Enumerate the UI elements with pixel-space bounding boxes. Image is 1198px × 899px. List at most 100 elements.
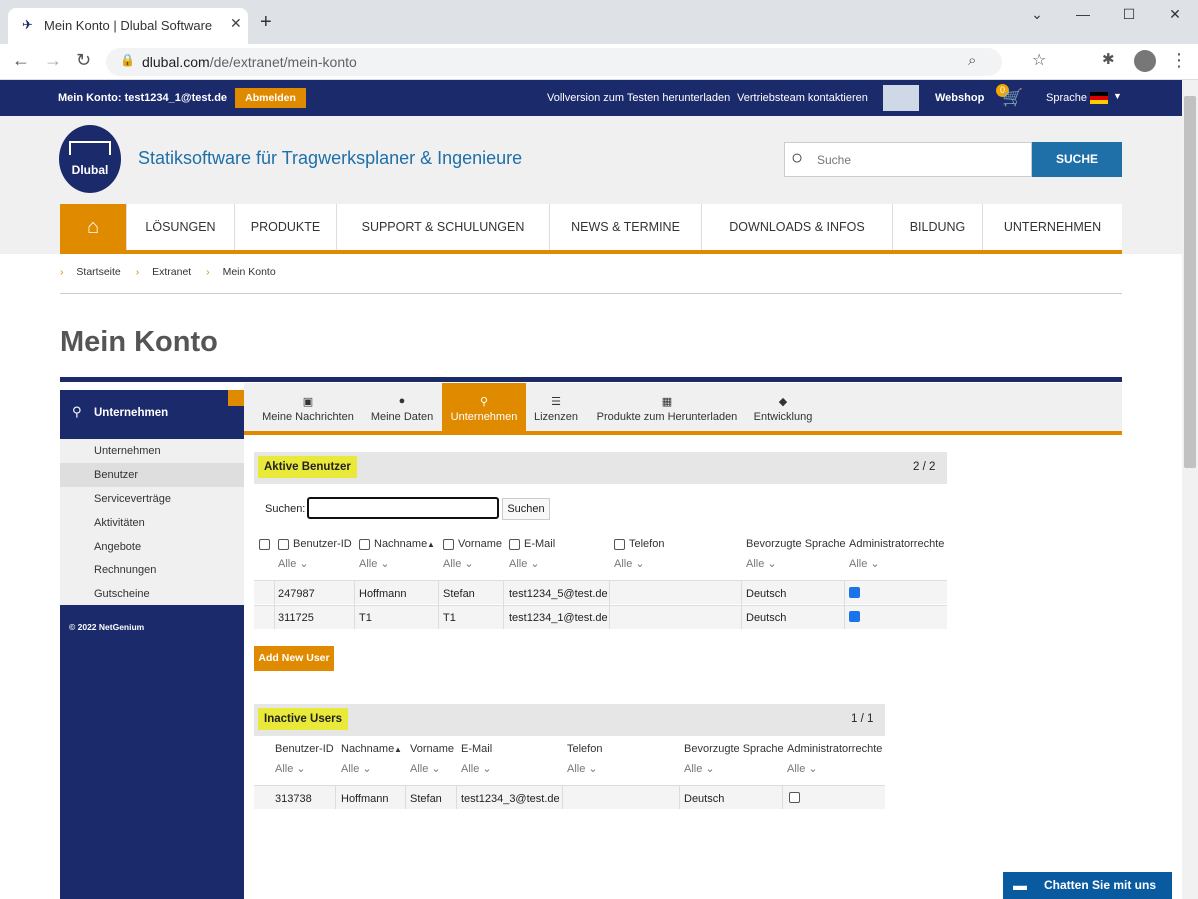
filter-select[interactable]: Alle ⌄ bbox=[341, 762, 372, 775]
sidebar-item-gutscheine[interactable]: Gutscheine bbox=[60, 582, 244, 606]
col-admin[interactable]: Administratorrechte bbox=[849, 538, 944, 550]
chat-button[interactable]: ▬ Chatten Sie mit uns bbox=[1003, 872, 1172, 899]
sales-link[interactable]: Vertriebsteam kontaktieren bbox=[737, 92, 868, 104]
filter-select[interactable]: Alle ⌄ bbox=[614, 557, 645, 570]
col-nachname[interactable]: Nachname bbox=[374, 538, 427, 550]
col-sprache[interactable]: Bevorzugte Sprache bbox=[746, 538, 846, 550]
column-toggle-checkbox[interactable] bbox=[509, 539, 520, 550]
filter-value: Alle bbox=[443, 558, 462, 570]
language-label[interactable]: Sprache bbox=[1046, 92, 1087, 104]
logout-button[interactable]: Abmelden bbox=[235, 88, 306, 108]
table-row[interactable]: 313738 Hoffmann Stefan test1234_3@test.d… bbox=[254, 785, 885, 809]
avatar[interactable] bbox=[1134, 50, 1156, 72]
col-email[interactable]: E-Mail bbox=[524, 538, 555, 550]
nav-news[interactable]: NEWS & TERMINE bbox=[550, 204, 702, 250]
tab-close-icon[interactable]: ✕ bbox=[230, 15, 242, 32]
admin-checkbox[interactable] bbox=[849, 611, 860, 622]
forward-icon[interactable]: → bbox=[44, 50, 62, 71]
sidebar-heading-label: Unternehmen bbox=[94, 407, 169, 419]
search-button[interactable]: SUCHE bbox=[1032, 142, 1122, 177]
cart-icon[interactable]: 🛒 bbox=[1002, 88, 1023, 108]
chevron-down-icon[interactable]: ⌄ bbox=[1022, 6, 1052, 26]
col-benutzer-id[interactable]: Benutzer-ID bbox=[275, 743, 334, 755]
scrollbar-thumb[interactable] bbox=[1184, 96, 1196, 468]
nav-loesungen[interactable]: LÖSUNGEN bbox=[127, 204, 235, 250]
crumb-extranet[interactable]: Extranet bbox=[152, 266, 191, 278]
add-user-button[interactable]: Add New User bbox=[254, 646, 334, 671]
extensions-icon[interactable]: ✱ bbox=[1102, 50, 1115, 68]
cell-id: 313738 bbox=[275, 793, 312, 805]
minimize-icon[interactable]: — bbox=[1068, 6, 1098, 26]
col-telefon[interactable]: Telefon bbox=[629, 538, 664, 550]
account-label[interactable]: Mein Konto: test1234_1@test.de bbox=[58, 92, 227, 104]
col-email[interactable]: E-Mail bbox=[461, 743, 492, 755]
caret-down-icon[interactable]: ▼ bbox=[1113, 91, 1122, 101]
site-search[interactable]: ○ Suche bbox=[784, 142, 1032, 177]
filter-select[interactable]: Alle ⌄ bbox=[849, 557, 880, 570]
address-bar[interactable]: 🔒 dlubal.com/de/extranet/mein-konto ⌕ bbox=[106, 48, 1002, 76]
tab-meine-daten[interactable]: ● Meine Daten bbox=[364, 383, 440, 435]
zoom-icon[interactable]: ⌕ bbox=[968, 52, 976, 69]
close-icon[interactable]: ✕ bbox=[1160, 6, 1190, 26]
filter-select[interactable]: Alle ⌄ bbox=[443, 557, 474, 570]
filter-select[interactable]: Alle ⌄ bbox=[275, 762, 306, 775]
sidebar-item-angebote[interactable]: Angebote bbox=[60, 535, 244, 559]
col-telefon[interactable]: Telefon bbox=[567, 743, 602, 755]
new-tab-icon[interactable]: + bbox=[260, 12, 272, 32]
column-toggle-checkbox[interactable] bbox=[443, 539, 454, 550]
nav-downloads[interactable]: DOWNLOADS & INFOS bbox=[702, 204, 893, 250]
sidebar-item-aktivitaeten[interactable]: Aktivitäten bbox=[60, 511, 244, 535]
collapse-icon[interactable] bbox=[228, 390, 244, 406]
reload-icon[interactable]: ↻ bbox=[76, 50, 91, 71]
nav-unternehmen[interactable]: UNTERNEHMEN bbox=[983, 204, 1122, 250]
sidebar-item-rechnungen[interactable]: Rechnungen bbox=[60, 558, 244, 582]
column-toggle-checkbox[interactable] bbox=[278, 539, 289, 550]
webshop-link[interactable]: Webshop bbox=[935, 92, 984, 104]
back-icon[interactable]: ← bbox=[12, 50, 30, 71]
filter-select[interactable]: Alle ⌄ bbox=[509, 557, 540, 570]
tab-lizenzen[interactable]: ☰ Lizenzen bbox=[530, 383, 582, 435]
tab-produkte-download[interactable]: ▦ Produkte zum Herunterladen bbox=[594, 383, 740, 435]
crumb-startseite[interactable]: Startseite bbox=[76, 266, 120, 278]
search-input[interactable]: Suche bbox=[817, 153, 851, 167]
filter-select[interactable]: Alle ⌄ bbox=[461, 762, 492, 775]
nav-support[interactable]: SUPPORT & SCHULUNGEN bbox=[337, 204, 550, 250]
sidebar-item-unternehmen[interactable]: Unternehmen bbox=[60, 439, 244, 463]
sidebar-item-benutzer[interactable]: Benutzer bbox=[60, 463, 244, 487]
nav-bildung[interactable]: BILDUNG bbox=[893, 204, 983, 250]
col-vorname[interactable]: Vorname bbox=[458, 538, 502, 550]
users-search-input[interactable] bbox=[307, 497, 499, 519]
star-icon[interactable]: ☆ bbox=[1032, 50, 1046, 70]
maximize-icon[interactable]: ☐ bbox=[1114, 6, 1144, 26]
tab-meine-nachrichten[interactable]: ▣ Meine Nachrichten bbox=[254, 383, 362, 435]
trial-link[interactable]: Vollversion zum Testen herunterladen bbox=[547, 92, 730, 104]
users-search-button[interactable]: Suchen bbox=[502, 498, 550, 520]
col-nachname[interactable]: Nachname bbox=[341, 743, 394, 755]
filter-select[interactable]: Alle ⌄ bbox=[410, 762, 441, 775]
select-all-checkbox[interactable] bbox=[259, 539, 270, 550]
tab-entwicklung[interactable]: ◆ Entwicklung bbox=[750, 383, 816, 435]
german-flag-icon[interactable] bbox=[1090, 92, 1108, 104]
filter-select[interactable]: Alle ⌄ bbox=[567, 762, 598, 775]
col-vorname[interactable]: Vorname bbox=[410, 743, 454, 755]
column-toggle-checkbox[interactable] bbox=[614, 539, 625, 550]
filter-value: Alle bbox=[509, 558, 528, 570]
nav-produkte[interactable]: PRODUKTE bbox=[235, 204, 337, 250]
dlubal-logo[interactable]: Dlubal bbox=[59, 125, 121, 193]
column-toggle-checkbox[interactable] bbox=[359, 539, 370, 550]
filter-select[interactable]: Alle ⌄ bbox=[684, 762, 715, 775]
filter-select[interactable]: Alle ⌄ bbox=[278, 557, 309, 570]
col-admin[interactable]: Administratorrechte bbox=[787, 743, 882, 755]
home-icon[interactable]: ⌂ bbox=[60, 204, 127, 250]
filter-select[interactable]: Alle ⌄ bbox=[359, 557, 390, 570]
menu-icon[interactable]: ⋮ bbox=[1170, 50, 1188, 71]
filter-select[interactable]: Alle ⌄ bbox=[787, 762, 818, 775]
col-sprache[interactable]: Bevorzugte Sprache bbox=[684, 743, 784, 755]
browser-tab[interactable]: ✈ Mein Konto | Dlubal Software ✕ bbox=[8, 8, 248, 44]
admin-checkbox[interactable] bbox=[849, 587, 860, 598]
filter-select[interactable]: Alle ⌄ bbox=[746, 557, 777, 570]
tab-unternehmen[interactable]: ⚲ Unternehmen bbox=[442, 383, 526, 435]
col-benutzer-id[interactable]: Benutzer-ID bbox=[293, 538, 352, 550]
admin-checkbox[interactable] bbox=[789, 792, 800, 803]
sidebar-item-servicevertraege[interactable]: Serviceverträge bbox=[60, 487, 244, 511]
